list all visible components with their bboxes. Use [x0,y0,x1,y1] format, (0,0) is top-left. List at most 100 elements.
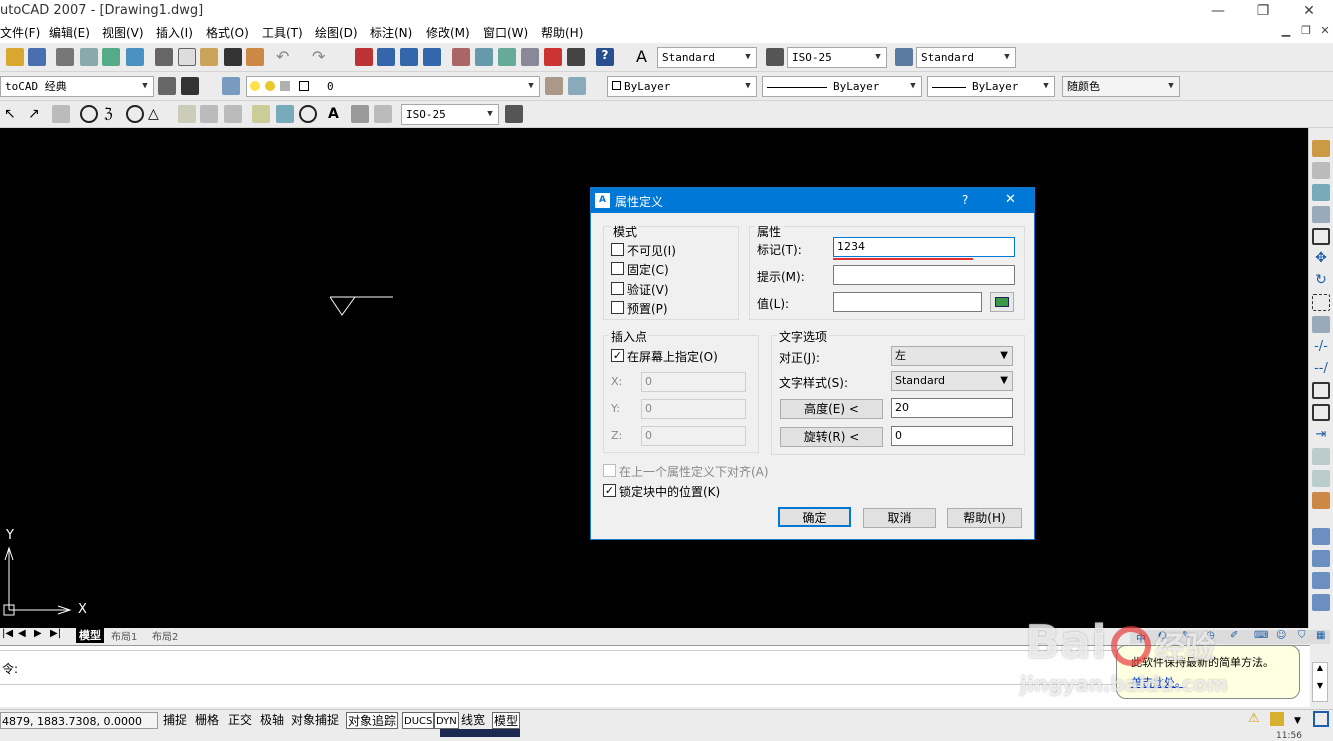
cancel-button[interactable]: 取消 [863,508,936,528]
cut-icon[interactable] [155,48,173,66]
aligned-dim-icon[interactable]: ↗ [28,105,46,123]
menu-view[interactable]: 视图(V) [102,24,144,41]
insert-field-button[interactable] [990,292,1014,312]
minimize-button[interactable]: — [1195,0,1241,22]
workspace-select[interactable]: toCAD 经典 ▼ [0,76,154,97]
trim-icon[interactable]: -/- [1312,338,1330,355]
tray-grid-icon[interactable]: ▦ [1316,630,1325,641]
specify-on-screen-label[interactable]: 在屏幕上指定(O) [627,348,718,365]
color-select[interactable]: ByLayer ▼ [607,76,757,97]
chamfer-icon[interactable] [1312,448,1330,465]
dim-style-manager-icon[interactable] [505,105,523,123]
3d-dwf-icon[interactable] [126,48,144,66]
grid-toggle[interactable]: 栅格 [194,712,220,729]
specify-on-screen-checkbox[interactable]: ✓ [611,349,624,362]
dialog-help-button[interactable]: ? [962,193,968,207]
rotate-icon[interactable]: ↻ [1312,272,1330,289]
layer-previous-icon[interactable] [568,77,586,95]
menu-insert[interactable]: 插入(I) [156,24,193,41]
draworder-above-icon[interactable] [1312,572,1330,589]
tray-keyboard-icon[interactable]: ⌨ [1254,630,1268,641]
command-prompt[interactable]: 令: [2,660,18,677]
jogged-icon[interactable]: ℨ [104,105,122,123]
warning-icon[interactable]: ⚠ [1248,711,1264,727]
menu-draw[interactable]: 绘图(D) [315,24,358,41]
copy-icon[interactable] [178,48,196,66]
polar-toggle[interactable]: 极轴 [259,712,285,729]
workspace-settings-icon[interactable] [158,77,176,95]
tolerance-icon[interactable] [276,105,294,123]
table-style-icon[interactable] [895,48,913,66]
osnap-toggle[interactable]: 对象捕捉 [290,712,340,729]
make-current-icon[interactable] [545,77,563,95]
plot-style-select[interactable]: 随颜色 ▼ [1062,76,1180,97]
ducs-toggle[interactable]: DUCS [402,712,435,729]
break-point-icon[interactable] [1312,382,1330,399]
break-icon[interactable] [1312,404,1330,421]
tab-next-icon[interactable]: ▶ [34,628,42,639]
explode-icon[interactable] [1312,492,1330,509]
coordinate-readout[interactable]: 4879, 1883.7308, 0.0000 [0,712,158,729]
menu-modify[interactable]: 修改(M) [426,24,470,41]
dim-edit-icon[interactable]: A [328,105,346,123]
mirror-icon[interactable] [1312,184,1330,201]
mdi-restore-icon[interactable]: ❐ [1296,24,1316,40]
undo-icon[interactable]: ↶ [276,48,294,66]
rotation-input[interactable]: 0 [891,426,1013,446]
publish-icon[interactable] [102,48,120,66]
array-icon[interactable] [1312,228,1330,245]
scale-icon[interactable] [1312,294,1330,311]
dialog-close-button[interactable]: ✕ [1005,192,1016,207]
quick-dim-icon[interactable] [178,105,196,123]
block-editor-icon[interactable] [246,48,264,66]
align-below-checkbox[interactable] [603,464,616,477]
menu-edit[interactable]: 编辑(E) [49,24,90,41]
zoom-realtime-icon[interactable] [377,48,395,66]
angular-dim-icon[interactable]: △ [148,105,166,123]
match-prop-icon[interactable] [224,48,242,66]
leader-icon[interactable] [252,105,270,123]
zoom-window-icon[interactable] [400,48,418,66]
lock-position-label[interactable]: 锁定块中的位置(K) [619,483,720,500]
y-input[interactable]: 0 [641,399,746,419]
tab-model[interactable]: 模型 [76,627,104,643]
linetype-select[interactable]: ByLayer ▼ [762,76,922,97]
tool-palettes-icon[interactable] [498,48,516,66]
dim-update-icon[interactable] [374,105,392,123]
clean-screen-icon[interactable] [1313,711,1329,727]
layer-select[interactable]: 0 ▼ [246,76,540,97]
preview-icon[interactable] [80,48,98,66]
dim-style-icon[interactable] [766,48,784,66]
lock-icon[interactable] [1270,712,1284,726]
invisible-label[interactable]: 不可见(I) [627,242,676,259]
markup-icon[interactable] [544,48,562,66]
x-input[interactable]: 0 [641,372,746,392]
text-style-icon[interactable]: A [636,48,654,66]
ok-button[interactable]: 确定 [778,507,851,527]
help-button[interactable]: 帮助(H) [947,508,1022,528]
center-mark-icon[interactable] [299,105,317,123]
workspace-save-icon[interactable] [181,77,199,95]
paste-icon[interactable] [200,48,218,66]
constant-checkbox[interactable] [611,262,624,275]
height-input[interactable]: 20 [891,398,1013,418]
menu-dimension[interactable]: 标注(N) [370,24,412,41]
redo-icon[interactable]: ↷ [312,48,330,66]
tray-pen-icon[interactable]: ✐ [1230,630,1238,641]
table-style-select[interactable]: Standard ▼ [916,47,1016,68]
calculator-icon[interactable] [567,48,585,66]
move-icon[interactable]: ✥ [1312,250,1330,267]
status-menu-icon[interactable]: ▼ [1294,716,1301,726]
maximize-button[interactable]: ❐ [1240,0,1286,22]
tag-input[interactable]: 1234 [833,237,1015,257]
save-icon[interactable] [28,48,46,66]
tab-layout2[interactable]: 布局2 [152,628,178,643]
value-input[interactable] [833,292,982,312]
pan-icon[interactable] [355,48,373,66]
lineweight-select[interactable]: ByLayer ▼ [927,76,1055,97]
sheet-set-icon[interactable] [521,48,539,66]
stretch-icon[interactable] [1312,316,1330,333]
mdi-close-icon[interactable]: ✕ [1315,24,1333,40]
height-pick-button[interactable]: 高度(E) < [780,399,883,419]
z-input[interactable]: 0 [641,426,746,446]
